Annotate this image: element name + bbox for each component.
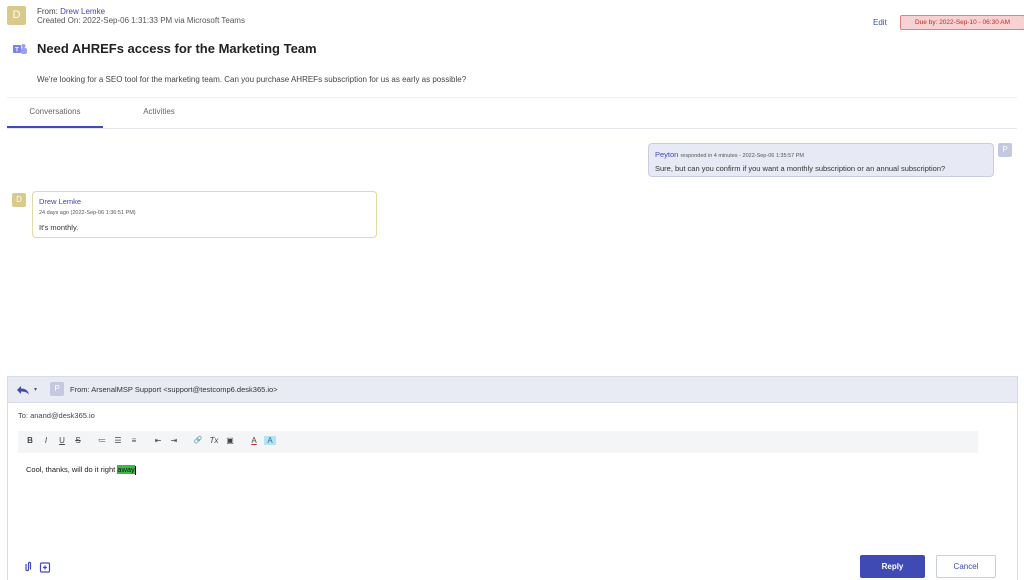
insert-article-icon[interactable] [39,561,51,573]
customer-message-text: It's monthly. [39,223,79,232]
strikethrough-button[interactable]: S [72,436,84,445]
created-on: Created On: 2022-Sep-06 1:31:33 PM via M… [37,16,245,25]
editor-toolbar: B I U S ≔ ☰ ≡ ⇤ ⇥ 🔗 Tx ▣ A A [18,431,978,453]
italic-button[interactable]: I [40,436,52,445]
agent-message-text: Sure, but can you confirm if you want a … [655,164,946,173]
requester-name-link[interactable]: Drew Lemke [60,7,105,16]
microsoft-teams-icon: T [13,44,27,54]
reply-header: ▾ P From: ArsenalMSP Support <support@te… [8,377,1017,403]
agent-message-meta: responded in 4 minutes - 2022-Sep-06 1:3… [680,153,804,159]
agent-message-header: Peyton responded in 4 minutes - 2022-Sep… [655,150,804,159]
reply-editor[interactable]: Cool, thanks, will do it right away [26,465,136,475]
divider [7,128,1017,129]
from-label: From: [37,7,61,16]
agent-avatar: P [998,143,1012,157]
indent-icon[interactable]: ⇥ [168,436,180,445]
customer-message-meta: 24 days ago (2022-Sep-06 1:36:51 PM) [39,210,136,216]
customer-avatar: D [12,193,26,207]
selected-text: away [117,465,135,474]
reply-from: From: ArsenalMSP Support <support@testco… [70,385,278,394]
ticket-description: We're looking for a SEO tool for the mar… [37,75,467,84]
reply-icon[interactable] [16,385,30,395]
align-icon[interactable]: ≡ [128,436,140,445]
attachment-icon[interactable] [22,561,34,573]
bullet-list-icon[interactable]: ☰ [112,436,124,445]
from-line: From: Drew Lemke [37,7,105,16]
customer-message: Drew Lemke 24 days ago (2022-Sep-06 1:36… [32,191,377,238]
image-icon[interactable]: ▣ [224,436,236,445]
agent-name: Peyton [655,150,679,159]
bold-button[interactable]: B [24,436,36,445]
reply-body-text: Cool, thanks, will do it right [26,465,118,474]
highlight-color-icon[interactable]: A [264,436,276,445]
customer-name: Drew Lemke [39,197,82,206]
agent-message: Peyton responded in 4 minutes - 2022-Sep… [648,143,994,177]
text-cursor [134,465,136,475]
tab-bar: Conversations Activities [7,98,1017,128]
chevron-down-icon[interactable]: ▾ [34,386,37,393]
ticket-title: Need AHREFs access for the Marketing Tea… [37,41,317,56]
requester-avatar: D [7,6,26,25]
due-date-badge: Due by: 2022-Sep-10 - 06:30 AM [900,15,1024,30]
svg-text:T: T [15,48,19,54]
clear-format-icon[interactable]: Tx [208,436,220,445]
link-icon[interactable]: 🔗 [192,436,204,444]
reply-panel: ▾ P From: ArsenalMSP Support <support@te… [7,376,1018,580]
tab-conversations[interactable]: Conversations [7,98,103,128]
sender-avatar: P [50,382,64,396]
outdent-icon[interactable]: ⇤ [152,436,164,445]
cancel-button[interactable]: Cancel [936,555,996,578]
reply-button[interactable]: Reply [860,555,925,578]
ticket-header: D From: Drew Lemke Created On: 2022-Sep-… [7,5,1024,95]
edit-link[interactable]: Edit [873,18,887,27]
to-field[interactable]: To: anand@desk365.io [18,411,95,420]
text-color-icon[interactable]: A [248,436,260,445]
ordered-list-icon[interactable]: ≔ [96,436,108,445]
underline-button[interactable]: U [56,436,68,445]
tab-activities[interactable]: Activities [111,98,207,128]
